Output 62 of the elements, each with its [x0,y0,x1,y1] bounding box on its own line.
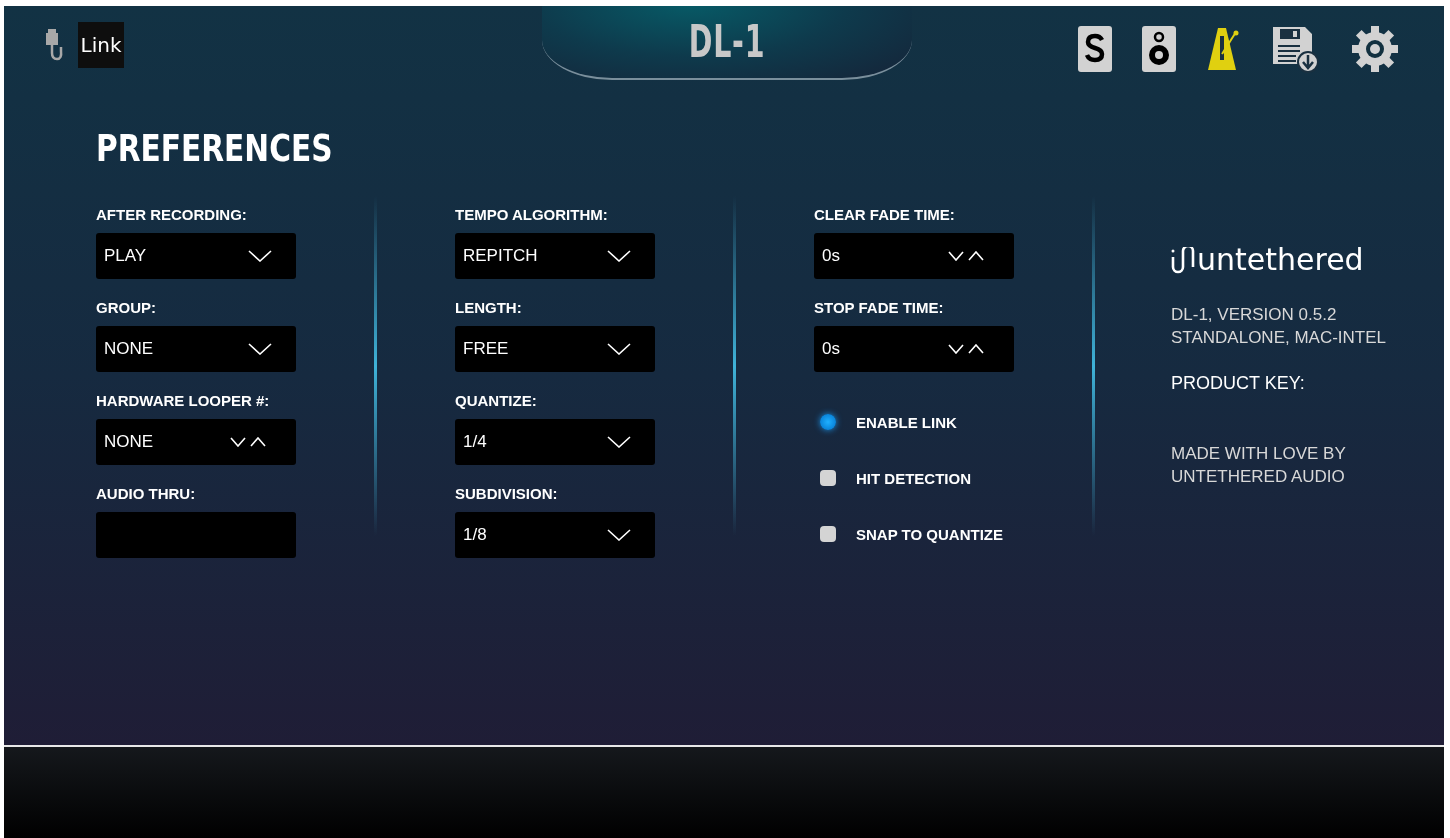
save-to-disk-icon[interactable] [1270,24,1320,74]
field-label: CLEAR FADE TIME: [814,206,956,223]
chevron-down-icon [607,343,631,355]
field-label: STOP FADE TIME: [814,299,945,316]
spinner-value: NONE [104,432,154,452]
increment-icon[interactable] [968,251,984,261]
credits-text: UNTETHERED AUDIO [1171,466,1346,488]
version-text: STANDALONE, MAC-INTEL [1171,327,1387,349]
s-letter-icon[interactable] [1078,26,1112,72]
spinner-field[interactable]: NONE [96,419,296,465]
credits-text: MADE WITH LOVE BY [1171,443,1347,465]
field-label: LENGTH: [455,299,523,316]
dropdown[interactable]: 1/4 [455,419,655,465]
chevron-down-icon [607,529,631,541]
version-text: DL-1, VERSION 0.5.2 [1171,304,1338,326]
decrement-icon[interactable] [230,437,246,447]
input-field[interactable] [96,512,296,558]
field-label: AFTER RECORDING: [96,206,248,223]
spinner-field[interactable]: 0s [814,233,1014,279]
chevron-down-icon [607,250,631,262]
dropdown[interactable]: FREE [455,326,655,372]
chevron-down-icon [607,436,631,448]
spinner-field[interactable]: 0s [814,326,1014,372]
increment-icon[interactable] [968,344,984,354]
dropdown-value: NONE [104,339,154,359]
field-label: TEMPO ALGORITHM: [455,206,609,223]
checkbox-label: HIT DETECTION [856,469,971,487]
decrement-icon[interactable] [948,251,964,261]
field-label: QUANTIZE: [455,392,538,409]
dropdown-value: PLAY [104,246,147,266]
dropdown[interactable]: 1/8 [455,512,655,558]
checkbox[interactable] [820,526,836,542]
page-title: PREFERENCES [96,126,334,172]
product-key-label: PRODUCT KEY: [1171,373,1306,394]
dropdown[interactable]: PLAY [96,233,296,279]
dropdown-value: 1/4 [463,432,487,452]
dropdown-value: FREE [463,339,509,359]
chevron-down-icon [248,250,272,262]
field-label: HARDWARE LOOPER #: [96,392,271,409]
brand-name: untethered [1197,242,1364,277]
field-label: AUDIO THRU: [96,485,197,502]
dropdown-value: 1/8 [463,525,487,545]
dropdown[interactable]: NONE [96,326,296,372]
checkbox-label: ENABLE LINK [856,413,957,431]
spinner-value: 0s [822,246,840,266]
dropdown-value: REPITCH [463,246,538,266]
checkbox[interactable] [820,470,836,486]
settings-icon[interactable] [1350,24,1400,74]
field-label: SUBDIVISION: [455,485,559,502]
spinner-value: 0s [822,339,840,359]
app-title: DL-1 [688,15,766,67]
usb-plug-icon[interactable] [44,27,64,63]
metronome-icon[interactable] [1206,26,1240,72]
increment-icon[interactable] [250,437,266,447]
link-button[interactable]: Link [78,22,124,68]
dropdown[interactable]: REPITCH [455,233,655,279]
chevron-down-icon [248,343,272,355]
checkbox-label: SNAP TO QUANTIZE [856,525,1003,543]
speaker-icon[interactable] [1142,26,1176,72]
decrement-icon[interactable] [948,344,964,354]
field-label: GROUP: [96,299,157,316]
checkbox[interactable] [820,414,836,430]
